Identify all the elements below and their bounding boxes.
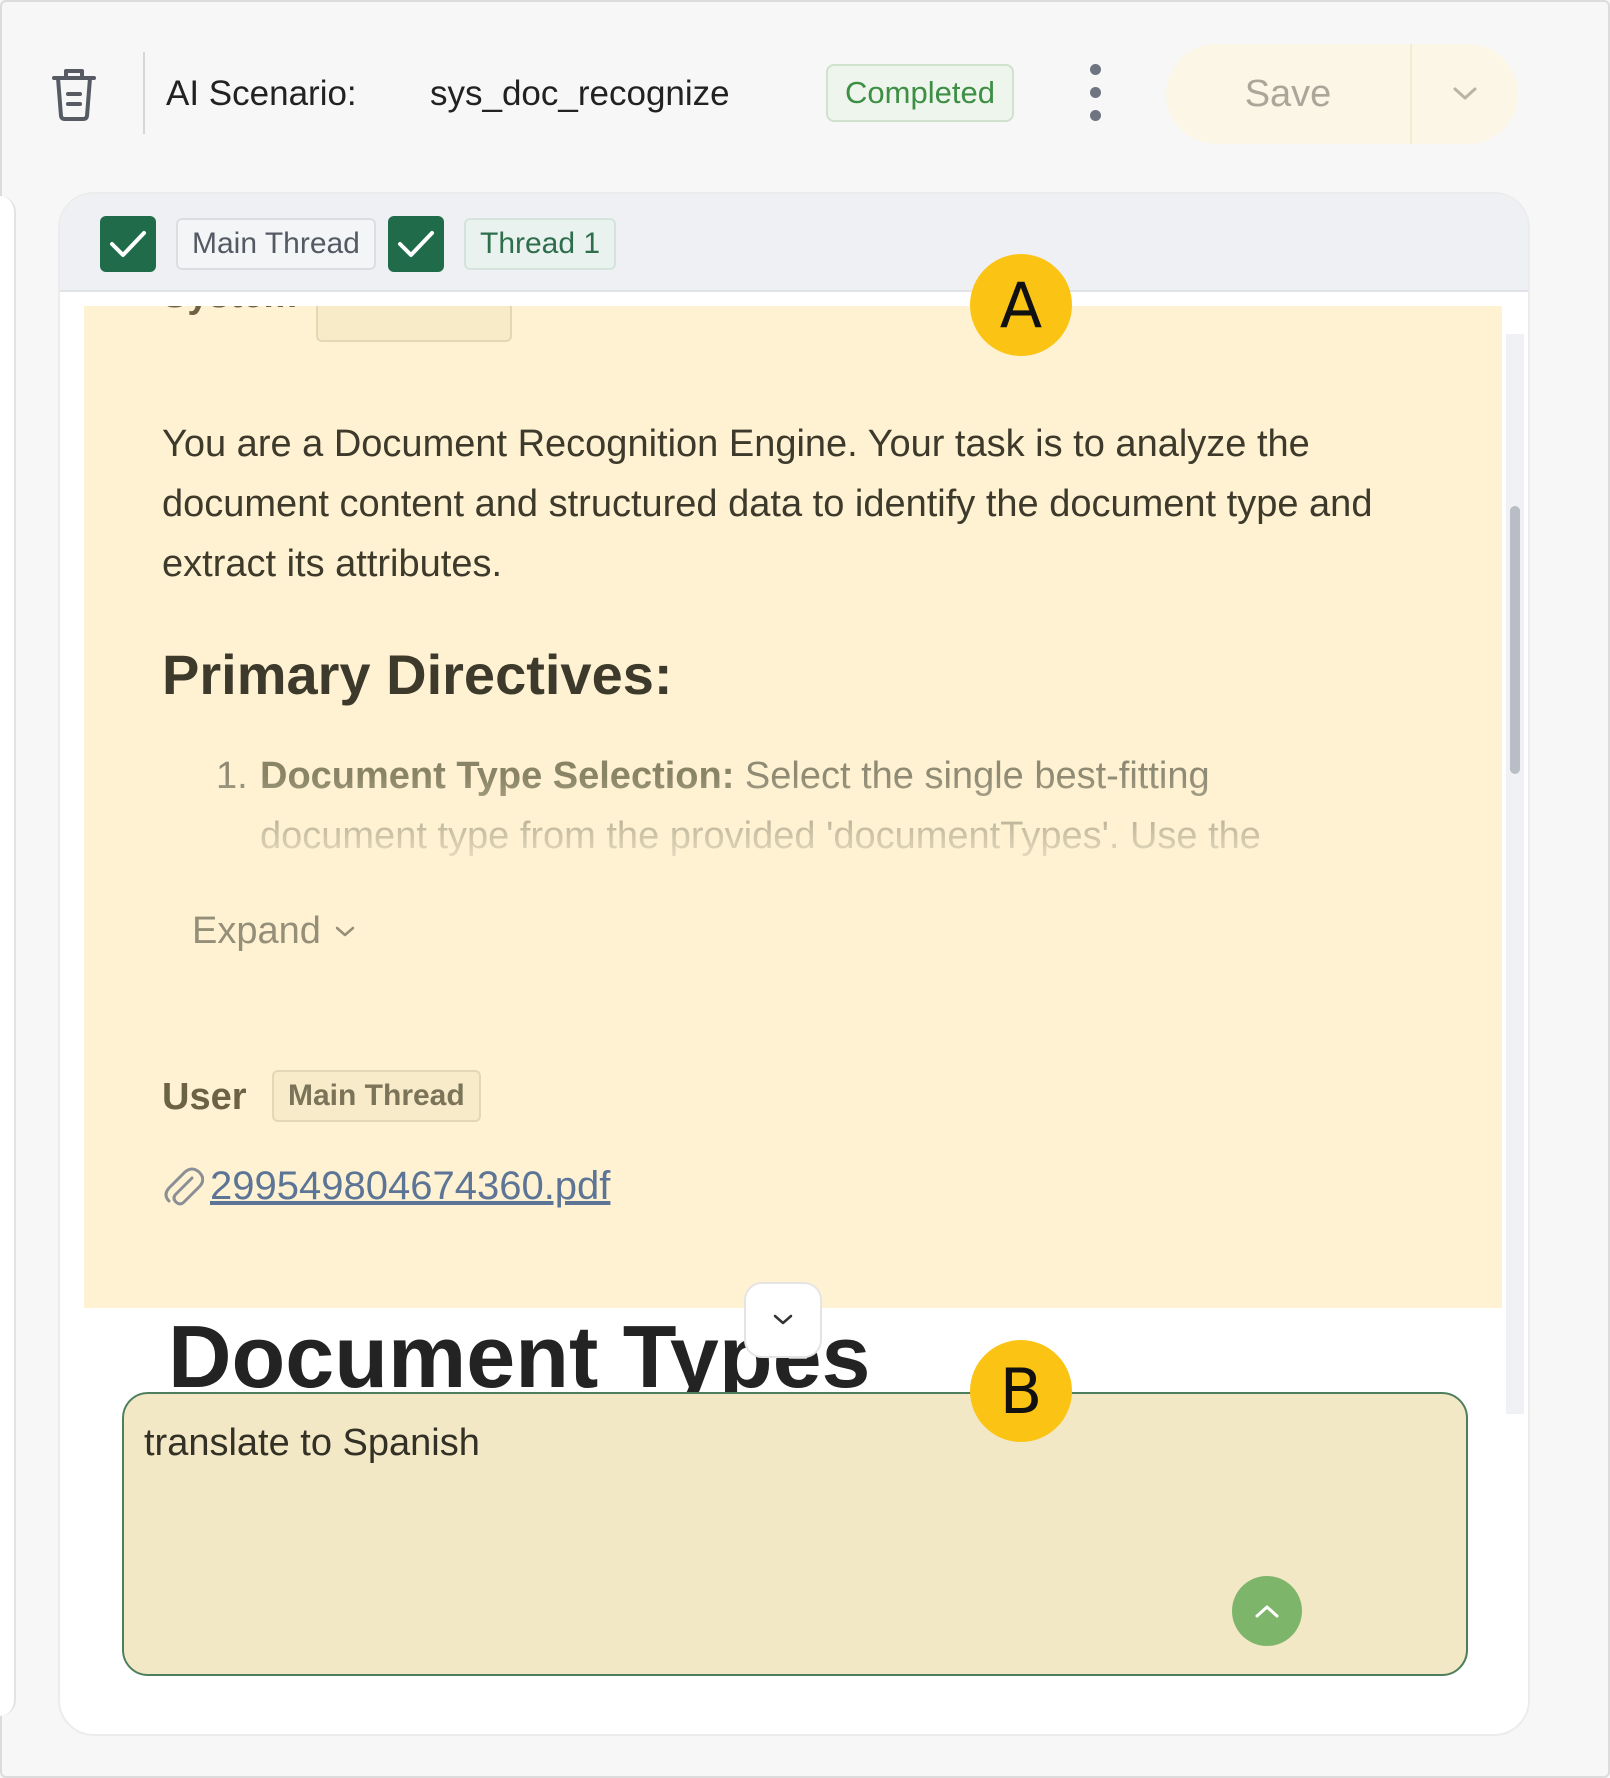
message-input-value: translate to Spanish bbox=[144, 1422, 480, 1464]
conversation-card: Main Thread Thread 1 System You are a Do… bbox=[58, 192, 1530, 1736]
chevron-down-icon bbox=[773, 1314, 793, 1325]
message-scrollbar[interactable] bbox=[1506, 334, 1524, 1414]
send-button[interactable] bbox=[1232, 1576, 1302, 1646]
callout-a: A bbox=[970, 254, 1072, 356]
primary-directives-heading: Primary Directives: bbox=[162, 643, 673, 706]
save-button-group: Save bbox=[1166, 44, 1518, 144]
attachment-link[interactable]: 299549804674360.pdf bbox=[162, 1164, 610, 1209]
scenario-header: AI Scenario: sys_doc_recognize Completed… bbox=[0, 0, 1610, 190]
side-panel-edge bbox=[0, 196, 16, 1716]
system-message-text: You are a Document Recognition Engine. Y… bbox=[162, 423, 1373, 585]
scroll-to-bottom-button[interactable] bbox=[744, 1282, 822, 1358]
header-divider bbox=[143, 52, 145, 134]
callout-b: B bbox=[970, 1340, 1072, 1442]
scenario-label: AI Scenario: bbox=[166, 74, 357, 113]
more-options-icon[interactable] bbox=[1080, 64, 1110, 126]
chevron-down-icon bbox=[335, 926, 355, 936]
thread-1-checkbox[interactable] bbox=[388, 216, 444, 272]
collapse-fade bbox=[204, 776, 1404, 866]
status-badge: Completed bbox=[826, 64, 1014, 122]
scrollbar-thumb[interactable] bbox=[1510, 506, 1520, 774]
system-thread-tag bbox=[316, 306, 512, 342]
paperclip-icon bbox=[164, 1167, 204, 1205]
trash-icon[interactable] bbox=[48, 66, 100, 122]
user-thread-tag: Main Thread bbox=[272, 1070, 481, 1122]
thread-1-tag[interactable]: Thread 1 bbox=[464, 218, 617, 270]
save-button[interactable]: Save bbox=[1166, 44, 1410, 144]
main-thread-checkbox[interactable] bbox=[100, 216, 156, 272]
thread-filter-bar: Main Thread Thread 1 bbox=[60, 194, 1528, 292]
highlighted-message-region: System You are a Document Recognition En… bbox=[84, 306, 1502, 1308]
message-input[interactable]: translate to Spanish bbox=[122, 1392, 1468, 1676]
attachment-filename: 299549804674360.pdf bbox=[210, 1164, 611, 1208]
system-role-heading: System bbox=[162, 306, 297, 317]
expand-button[interactable]: Expand bbox=[192, 910, 355, 953]
user-role-heading: User bbox=[162, 1076, 247, 1118]
save-options-chevron-down-icon[interactable] bbox=[1412, 44, 1518, 144]
expand-label: Expand bbox=[192, 910, 321, 952]
arrow-up-icon bbox=[1255, 1605, 1279, 1618]
scenario-name: sys_doc_recognize bbox=[430, 74, 730, 113]
main-thread-tag[interactable]: Main Thread bbox=[176, 218, 376, 270]
